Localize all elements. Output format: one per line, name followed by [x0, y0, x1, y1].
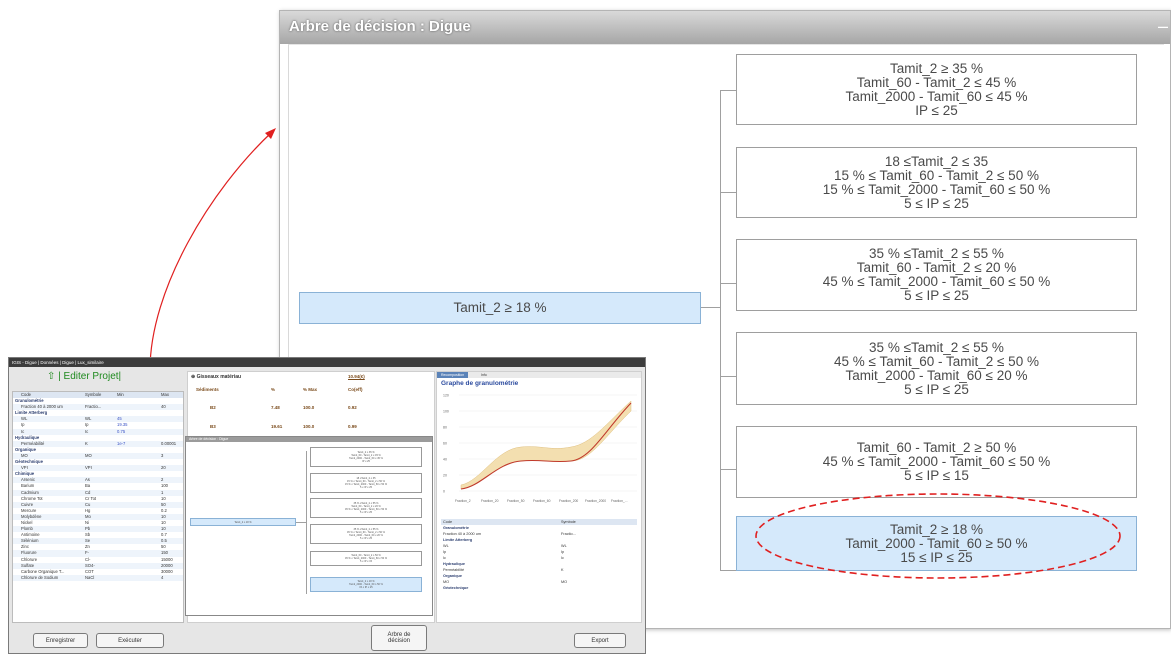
sediments-label[interactable]: Sédiments [196, 387, 219, 392]
y-tick-label: 80 [443, 426, 447, 430]
col-max: % Max [303, 387, 318, 392]
properties-table: Code Symbole Granulométrie Fraction 40 à … [441, 519, 637, 591]
x-tick-label: Fraction_... [611, 499, 628, 503]
edit-project-link[interactable]: ⇧ | Editer Projet| [47, 371, 121, 382]
y-tick-label: 40 [443, 458, 447, 462]
mini-node-line: 5 ≤ IP ≤ 25 [359, 486, 372, 489]
panel-tabs: Recomposition Info [437, 372, 641, 378]
run-button[interactable]: Exécuter [96, 633, 164, 648]
granulometry-band [460, 400, 632, 490]
cell-max[interactable]: 4 [161, 575, 163, 581]
mini-node-line: Tamit_2 ≥ 18 % [234, 520, 252, 524]
app-titlebar: IGIS - Digue | Données | Digue | Lux_sim… [9, 358, 645, 367]
x-tick-label: Fraction_200 [559, 499, 578, 503]
granulometry-graph: 120 100 80 60 40 20 0 Fraction_2 Fraction_20 Frac… [443, 394, 637, 503]
mini-tree-title: Arbre de décision : Digue [186, 437, 432, 442]
col-coeff: Co(eff) [348, 387, 363, 392]
graph-panel: Recomposition Info Graphe de granulométr… [436, 371, 642, 623]
table-section: Géotechnique [441, 585, 637, 591]
row-b3-pct: 19.61 [271, 424, 283, 429]
mini-tree-node[interactable]: 35 % ≤Tamit_2 ≤ 55 % Tamit_60 - Tamit_2 ≤… [310, 498, 422, 518]
mini-node-line: IP ≤ 25 [362, 460, 370, 463]
row-b2-coeff: 0.92 [348, 405, 357, 410]
x-tick-label: Fraction_50 [507, 499, 525, 503]
x-tick-label: Fraction_60 [533, 499, 551, 503]
mini-decision-tree: Arbre de décision : Digue Tamit_2 ≥ 18 %… [185, 436, 433, 616]
mini-tree-node[interactable]: Tamit_60 - Tamit_2 ≥ 50 % 45 % ≤ Tamit_20… [310, 551, 422, 566]
x-tick-label: Fraction_2 [455, 499, 471, 503]
mini-tree-node[interactable]: Tamit_2 ≥ 18 % Tamit_2000 - Tamit_60 ≥ 50… [310, 577, 422, 592]
y-tick-label: 60 [443, 442, 447, 446]
cell-sym: NaCl [85, 574, 95, 580]
materials-header: ⊕ Gisseaux matériau [191, 374, 242, 380]
table-row[interactable]: Chlorure de Sodium NaCl 4 [13, 574, 183, 581]
row-b3-coeff: 0.99 [348, 424, 357, 429]
row-b3-max: 100.0 [303, 424, 315, 429]
col-pct: % [271, 387, 276, 392]
tab-info[interactable]: Info [477, 372, 491, 378]
total-value: 10.94(€) [348, 374, 365, 379]
cell-label: Chlorure de Sodium [21, 574, 59, 580]
row-b3-label[interactable]: B3 [210, 424, 216, 429]
y-tick-label: 0 [443, 490, 445, 494]
mini-node-line: 15 ≤ IP ≤ 25 [359, 586, 373, 589]
cell-a: Géotechnique [443, 586, 469, 590]
mini-node-line: 5 ≤ IP ≤ 25 [359, 511, 372, 514]
highlight-ellipse [755, 493, 1121, 579]
decision-tree-label-2: décision [387, 638, 410, 644]
mini-node-line: 5 ≤ IP ≤ 25 [359, 537, 372, 540]
y-tick-label: 100 [443, 410, 449, 414]
criteria-table: Code Symbole Min Max Granulométrie Fracti… [12, 391, 184, 623]
mini-tree-node[interactable]: 35 % ≤Tamit_2 ≤ 55 % 45 % ≤ Tamit_60 - Ta… [310, 524, 422, 544]
x-tick-label: Fraction_20 [481, 499, 499, 503]
decision-tree-button[interactable]: Arbre de décision [371, 625, 427, 651]
mini-connector [296, 522, 306, 523]
app-window: IGIS - Digue | Données | Digue | Lux_sim… [8, 357, 646, 654]
tab-recomposition[interactable]: Recomposition [437, 372, 469, 378]
mini-root-node[interactable]: Tamit_2 ≥ 18 % [190, 518, 296, 526]
row-b2-label[interactable]: B2 [210, 405, 216, 410]
y-tick-label: 120 [443, 394, 449, 398]
row-b2-pct: 7.48 [271, 405, 280, 410]
pointer-arrow [149, 131, 273, 371]
y-tick-label: 20 [443, 474, 447, 478]
save-button[interactable]: Enregistrer [33, 633, 88, 648]
mini-node-line: 5 ≤ IP ≤ 15 [359, 560, 372, 563]
graph-title: Graphe de granulométrie [441, 380, 519, 387]
mini-tree-node[interactable]: 18 ≤Tamit_2 ≤ 35 15 % ≤ Tamit_60 - Tamit_… [310, 473, 422, 493]
export-button[interactable]: Export [574, 633, 626, 648]
row-b2-max: 100.0 [303, 405, 315, 410]
x-tick-label: Fraction_2000 [585, 499, 606, 503]
mini-connector [306, 451, 307, 594]
mini-tree-node[interactable]: Tamit_2 ≥ 35 % Tamit_60 - Tamit_2 ≤ 45 % T… [310, 447, 422, 467]
